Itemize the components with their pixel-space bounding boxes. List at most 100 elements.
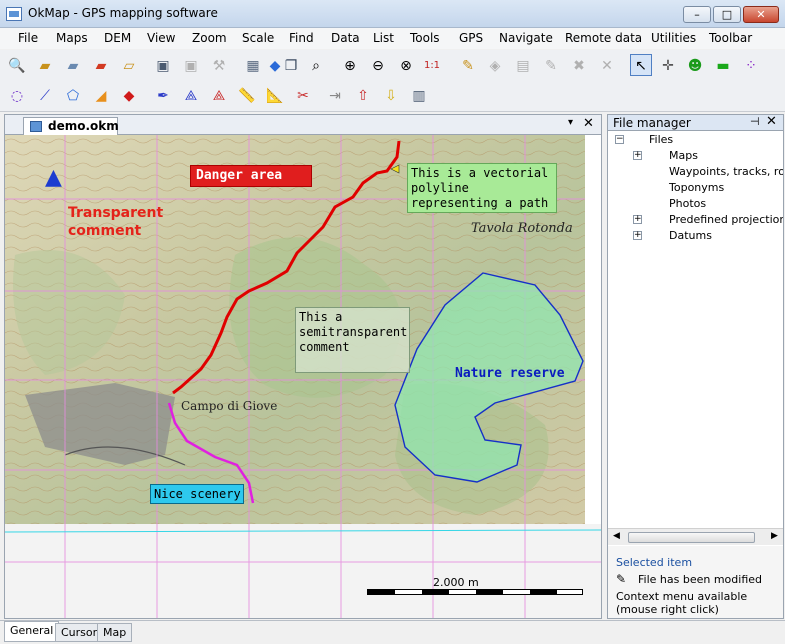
selected-item-info: Selected item ✎ File has been modified C… — [608, 546, 783, 618]
node-edit-icon[interactable]: ⟁ — [180, 85, 202, 107]
eraser-icon[interactable]: ◢ — [90, 85, 112, 107]
menu-gps[interactable]: GPS — [459, 31, 483, 45]
save-disk-icon[interactable]: ▣ — [152, 55, 174, 77]
menu-utilities[interactable]: Utilities — [651, 31, 696, 45]
tree-label: Files — [649, 133, 674, 146]
crosshair-icon[interactable]: ✛ — [657, 55, 679, 77]
menu-dem[interactable]: DEM — [104, 31, 131, 45]
toolbar-area: 🔍 ▰ ▰ ▰ ▱ ▣ ▣ ⚒ ▦ ◆ ❐ ⌕ ⊕ ⊖ ⊗ 1:1 ✎ ◈ ▤ … — [0, 50, 785, 112]
expand-icon[interactable]: + — [633, 151, 642, 160]
gps-device-icon[interactable]: ▥ — [408, 85, 430, 107]
scroll-left-icon[interactable]: ◀ — [613, 531, 620, 541]
tree-node-toponyms[interactable]: Toponyms — [669, 181, 724, 194]
place-label-tavola-rotonda: Tavola Rotonda — [471, 221, 573, 236]
menu-toolbar[interactable]: Toolbar — [709, 31, 752, 45]
scroll-right-icon[interactable]: ▶ — [771, 531, 778, 541]
polyline-comment[interactable]: This is a vectorial polyline representin… — [407, 163, 557, 213]
zoom-out-icon[interactable]: ⊖ — [367, 55, 389, 77]
menu-remote-data[interactable]: Remote data — [565, 31, 642, 45]
scrollbar-thumb[interactable] — [628, 532, 755, 543]
folder-open-icon[interactable]: ▱ — [118, 55, 140, 77]
expand-icon[interactable]: + — [633, 231, 642, 240]
selected-item-title: Selected item — [616, 556, 693, 569]
calculator-icon[interactable]: ▦ — [242, 55, 264, 77]
semitransparent-comment[interactable]: This a semitransparent comment — [295, 307, 410, 373]
import-icon[interactable]: ⇥ — [324, 85, 346, 107]
tab-demo-okm[interactable]: demo.okm — [23, 117, 119, 136]
file-manager-close-icon[interactable]: ✕ — [766, 115, 777, 129]
horizontal-scrollbar[interactable]: ◀ ▶ — [608, 528, 783, 545]
close-button[interactable]: ✕ — [743, 6, 779, 23]
menu-list[interactable]: List — [373, 31, 394, 45]
tree-node-waypoints[interactable]: Waypoints, tracks, routes — [669, 165, 783, 178]
tab-label: demo.okm — [48, 119, 119, 133]
gps-upload-icon[interactable]: ⇧ — [352, 85, 374, 107]
zoom-in-icon[interactable]: ⊕ — [339, 55, 361, 77]
tab-map[interactable]: Map — [97, 623, 133, 642]
folder-red-icon[interactable]: ▰ — [90, 55, 112, 77]
expand-icon[interactable]: + — [633, 215, 642, 224]
maximize-button[interactable]: □ — [713, 6, 741, 23]
document-tab-bar: demo.okm ▾ ✕ — [5, 115, 601, 136]
comment-icon[interactable]: ▬ — [712, 55, 734, 77]
scale-label: 2.000 m — [433, 576, 479, 589]
pin-icon[interactable]: ⊣ — [750, 115, 760, 128]
menu-file[interactable]: File — [18, 31, 38, 45]
grid-extension — [5, 524, 601, 618]
ruler-delete-icon[interactable]: ✂ — [292, 85, 314, 107]
tools-disabled-icon: ⚒ — [212, 58, 226, 74]
diamond-icon[interactable]: ◆ — [118, 85, 140, 107]
document-close-icon[interactable]: ✕ — [583, 116, 594, 131]
transparent-comment[interactable]: Transparent comment — [68, 204, 178, 240]
menu-tools[interactable]: Tools — [410, 31, 440, 45]
polyline-draw-icon[interactable]: ⟋ — [34, 85, 56, 107]
menu-scale[interactable]: Scale — [242, 31, 274, 45]
title-bar: OkMap - GPS mapping software – □ ✕ — [0, 0, 785, 28]
zoom-fit-icon[interactable]: ⊗ — [395, 55, 417, 77]
danger-area-label[interactable]: Danger area — [190, 165, 312, 187]
app-icon — [6, 7, 22, 21]
context-menu-hint: Context menu available (mouse right clic… — [616, 590, 748, 616]
ruler-icon[interactable]: 📏 — [236, 85, 258, 107]
tab-general[interactable]: General — [4, 621, 60, 642]
nodes-icon[interactable]: ⁘ — [740, 55, 762, 77]
menu-bar: File Maps DEM View Zoom Scale Find Data … — [0, 28, 785, 49]
north-arrow-icon: ▲ — [45, 165, 62, 190]
tree-node-photos[interactable]: Photos — [669, 197, 706, 210]
tree-label: Toponyms — [669, 181, 725, 194]
smiley-icon[interactable]: ☻ — [684, 55, 706, 77]
nature-reserve-label[interactable]: Nature reserve — [455, 366, 565, 381]
menu-view[interactable]: View — [147, 31, 175, 45]
pointer-icon[interactable]: ↖ — [630, 54, 652, 76]
window-title: OkMap - GPS mapping software — [28, 6, 218, 20]
map-canvas[interactable]: ▲ Danger area This is a vectorial polyli… — [5, 135, 585, 524]
pencil-grid-icon[interactable]: ✎ — [457, 55, 479, 77]
pen-icon[interactable]: ✒ — [152, 85, 174, 107]
zoom-icon[interactable]: 🔍 — [6, 55, 28, 77]
menu-maps[interactable]: Maps — [56, 31, 88, 45]
collapse-icon[interactable]: − — [615, 135, 624, 144]
circle-draw-icon[interactable]: ◌ — [6, 85, 28, 107]
node-delete-icon[interactable]: ⟁ — [208, 85, 230, 107]
menu-data[interactable]: Data — [331, 31, 360, 45]
polygon-draw-icon[interactable]: ⬠ — [62, 85, 84, 107]
menu-navigate[interactable]: Navigate — [499, 31, 553, 45]
bottom-tab-bar: General Cursor Map — [0, 620, 785, 644]
tree-label: Maps — [669, 149, 698, 162]
tab-cursor[interactable]: Cursor — [55, 623, 104, 642]
remove-disabled-icon: ✕ — [601, 58, 613, 74]
map-folder-icon[interactable]: ▰ — [62, 55, 84, 77]
open-folder-icon[interactable]: ▰ — [34, 55, 56, 77]
zoom-1to1-icon[interactable]: 1:1 — [421, 55, 443, 77]
minimize-button[interactable]: – — [683, 6, 711, 23]
save-disk-disabled-icon: ▣ — [184, 58, 198, 74]
menu-find[interactable]: Find — [289, 31, 314, 45]
tree-label: Predefined projections — [669, 213, 784, 226]
ruler-area-icon[interactable]: 📐 — [264, 85, 286, 107]
nice-scenery-label[interactable]: Nice scenery — [150, 484, 244, 504]
window-icon[interactable]: ❐ — [280, 55, 302, 77]
gps-download-icon[interactable]: ⇩ — [380, 85, 402, 107]
menu-zoom[interactable]: Zoom — [192, 31, 227, 45]
chevron-down-icon[interactable]: ▾ — [568, 117, 573, 128]
magnifier-icon[interactable]: ⌕ — [305, 55, 327, 77]
